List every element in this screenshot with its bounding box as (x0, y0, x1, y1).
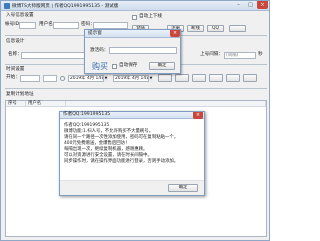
extra-button[interactable] (229, 25, 246, 32)
activation-label: 激活码： (90, 48, 109, 53)
start-hour-input[interactable] (20, 75, 40, 82)
user-input[interactable] (53, 22, 79, 29)
confirm-button[interactable]: 确定 (149, 62, 175, 70)
message-line: 每隔出现一次，继续复制机器，感谢惠顾。 (64, 147, 148, 152)
time-button[interactable] (192, 74, 206, 82)
time-group-label: 时间设置 (6, 67, 25, 72)
auto-save-label: 自动保存 (119, 63, 138, 68)
qq-button[interactable]: QQ (207, 25, 224, 32)
end-date-picker[interactable]: 2019年 4月 14日 (113, 75, 153, 82)
app-icon (4, 3, 10, 9)
time-button[interactable] (175, 74, 189, 82)
column-header-user[interactable]: 用户名 (26, 101, 66, 107)
message-footer: 确定 (60, 180, 204, 195)
account-group-label: 入号信息设置 (6, 13, 34, 18)
ok-button[interactable]: 确定 (168, 184, 198, 192)
start-date-picker[interactable]: 2019年 4月 14日 (68, 75, 108, 82)
divider (5, 88, 267, 89)
chevron-down-icon[interactable]: ▼ (148, 75, 153, 82)
title-bar[interactable]: 微博TS大师版网页 | 作者QQ1991995135 - 测试版 – □ × (1, 1, 269, 11)
close-button[interactable]: × (257, 1, 268, 9)
message-title-bar[interactable]: 作者QQ:1991995135 × (60, 112, 204, 119)
interval-input[interactable]: (间隔) (224, 52, 256, 59)
password-input[interactable] (93, 22, 128, 29)
time-button[interactable] (226, 74, 240, 82)
message-line: 400元免费赠送，金爆售后回访！ (64, 141, 130, 146)
dialog-title: 提示窗 (88, 31, 102, 36)
dialog-title-bar[interactable]: 提示窗 × (85, 30, 180, 38)
message-line: 微博功能:1.扫人号，不允许购买不大量刷号。 (64, 129, 154, 134)
time-button[interactable] (209, 74, 223, 82)
start-minute-input[interactable] (43, 75, 57, 82)
name-label: 名称： (8, 52, 22, 57)
seconds-label: 秒 (258, 52, 263, 57)
auto-online-label: 自动上下线 (139, 14, 162, 19)
message-line: 作者QQ:1991995135 (64, 123, 110, 128)
main-window: 微博TS大师版网页 | 作者QQ1991995135 - 测试版 – □ × 入… (0, 0, 270, 241)
column-header-rest[interactable] (66, 101, 266, 107)
task-radio[interactable] (60, 76, 65, 81)
start-label: 开始： (6, 75, 20, 80)
time-button[interactable] (243, 74, 257, 82)
info-message-box: 作者QQ:1991995135 × 作者QQ:1991995135 微博功能:1… (59, 111, 205, 196)
account-id-input[interactable] (19, 22, 36, 29)
message-line: 可以对资源进行安全设置，请在时长间隔中。 (64, 153, 152, 158)
message-line: 同步操作时，请在操作界面功能进行登录，否则手动添加。 (64, 159, 179, 164)
message-line: 请在同一个路径一次性添加使用，密码可在复制粘贴一个。 (64, 135, 179, 140)
maximize-button[interactable]: □ (245, 1, 256, 9)
list-group-label: 复制计划地址 (6, 92, 34, 97)
activation-code-input[interactable] (109, 47, 177, 54)
column-header-index[interactable]: 序号 (6, 101, 26, 107)
minimize-button[interactable]: – (233, 1, 244, 9)
activation-dialog: 提示窗 × 激活码： 购买 自动保存 确定 (84, 29, 181, 74)
close-icon[interactable]: × (193, 112, 203, 119)
config-group-label: 信息设计 (6, 39, 25, 44)
message-title: 作者QQ:1991995135 (63, 112, 111, 117)
purchase-link[interactable]: 购买 (92, 61, 108, 72)
interval-label: 上号间隔： (200, 52, 223, 57)
time-button[interactable] (158, 74, 172, 82)
window-title: 微博TS大师版网页 | 作者QQ1991995135 - 测试版 (12, 4, 119, 9)
chevron-down-icon[interactable]: ▼ (103, 75, 108, 82)
disconnect-button[interactable]: 断线 (187, 25, 204, 32)
auto-save-checkbox[interactable] (112, 64, 117, 69)
auto-online-checkbox[interactable] (132, 15, 137, 20)
close-icon[interactable]: × (170, 30, 180, 37)
